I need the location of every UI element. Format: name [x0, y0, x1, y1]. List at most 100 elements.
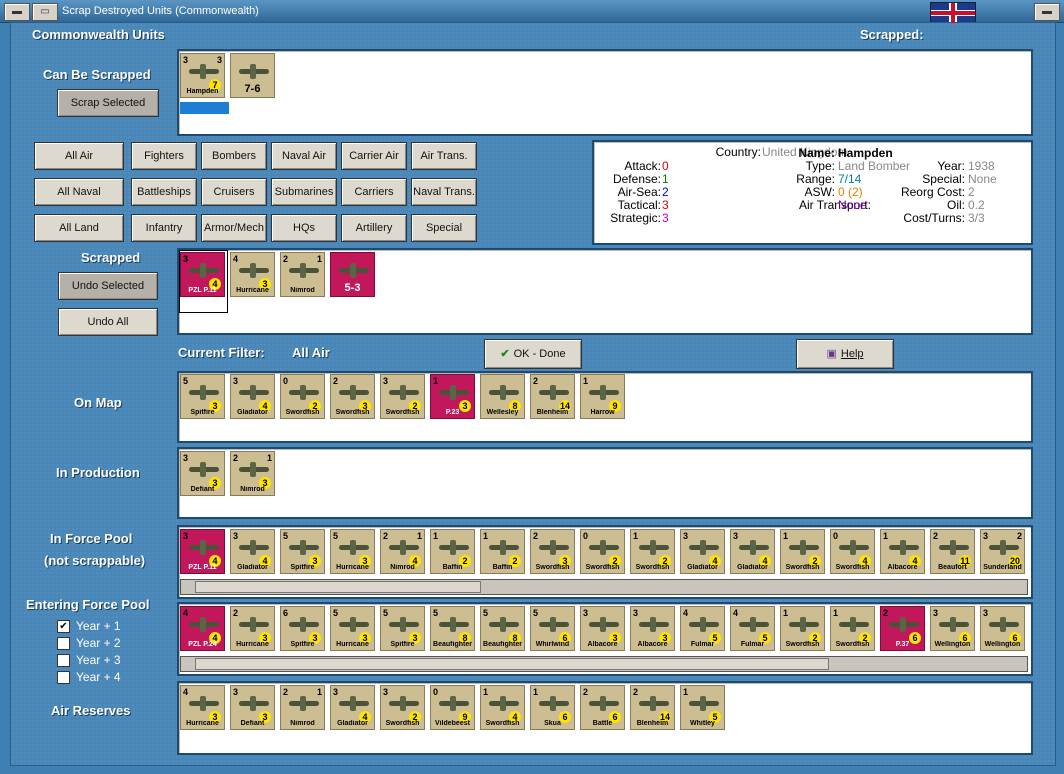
- can-be-scrapped-unit-counter[interactable]: 7-6: [230, 53, 275, 98]
- entering-pool-unit-counter[interactable]: 3 6 Wellington: [980, 606, 1025, 651]
- force-pool-unit-counter[interactable]: 0 2 Swordfish: [580, 529, 625, 574]
- force-pool-unit-counter[interactable]: 0 4 Swordfish: [830, 529, 875, 574]
- entering-pool-scrollbar[interactable]: [180, 656, 1028, 672]
- can-be-scrapped-unit-counter[interactable]: 3 3 7 Hampden: [180, 53, 225, 98]
- force-pool-unit-counter[interactable]: 1 2 Swordfish: [630, 529, 675, 574]
- on-map-unit-counter[interactable]: 8 Wellesley: [480, 374, 525, 419]
- on-map-unit-counter[interactable]: 5 3 Spitfire: [180, 374, 225, 419]
- filter-submarines-button[interactable]: Submarines: [271, 178, 337, 206]
- air-reserves-unit-counter[interactable]: 2 1 Nimrod: [280, 685, 325, 730]
- filter-naval-trans-button[interactable]: Naval Trans.: [411, 178, 477, 206]
- air-reserves-unit-counter[interactable]: 3 4 Gladiator: [330, 685, 375, 730]
- in-production-unit-counter[interactable]: 3 3 Defiant: [180, 451, 225, 496]
- entering-pool-unit-counter[interactable]: 4 4 PZL P.24: [180, 606, 225, 651]
- filter-special-button[interactable]: Special: [411, 214, 477, 242]
- undo-all-button[interactable]: Undo All: [58, 308, 158, 336]
- entering-pool-unit-counter[interactable]: 1 2 Swordfish: [830, 606, 875, 651]
- entering-pool-unit-counter[interactable]: 2 3 Hurricane: [230, 606, 275, 651]
- entering-pool-unit-counter[interactable]: 5 8 Beaufighter: [480, 606, 525, 651]
- year-plus-3-checkbox[interactable]: [57, 654, 70, 667]
- in-production-unit-counter[interactable]: 2 1 3 Nimrod: [230, 451, 275, 496]
- filter-carrier-air-button[interactable]: Carrier Air: [341, 142, 407, 170]
- entering-pool-unit-counter[interactable]: 5 3 Spitfire: [380, 606, 425, 651]
- filter-carriers-button[interactable]: Carriers: [341, 178, 407, 206]
- force-pool-unit-counter[interactable]: 3 4 Gladiator: [230, 529, 275, 574]
- air-reserves-unit-counter[interactable]: 1 6 Skua: [530, 685, 575, 730]
- scrapped-unit-counter[interactable]: 4 3 Hurricane: [230, 252, 275, 297]
- force-pool-unit-counter[interactable]: 2 11 Beaufort: [930, 529, 975, 574]
- on-map-unit-counter[interactable]: 3 2 Swordfish: [380, 374, 425, 419]
- air-reserves-unit-counter[interactable]: 3 2 Swordfish: [380, 685, 425, 730]
- entering-pool-unit-counter[interactable]: 2 6 P.37: [880, 606, 925, 651]
- force-pool-unit-counter[interactable]: 3 4 PZL P.11: [180, 529, 225, 574]
- air-reserves-unit-counter[interactable]: 0 9 Vildebeest: [430, 685, 475, 730]
- scrap-selected-button[interactable]: Scrap Selected: [57, 89, 159, 117]
- scrapped-unit-counter[interactable]: 2 1 Nimrod: [280, 252, 325, 297]
- air-reserves-unit-counter[interactable]: 1 5 Whitley: [680, 685, 725, 730]
- minimize-button[interactable]: ▭: [32, 3, 58, 21]
- entering-pool-unit-counter[interactable]: 5 6 Whirlwind: [530, 606, 575, 651]
- air-reserves-unit-counter[interactable]: 4 3 Hurricane: [180, 685, 225, 730]
- filter-all-naval-button[interactable]: All Naval: [34, 178, 124, 206]
- filter-infantry-button[interactable]: Infantry: [131, 214, 197, 242]
- scrapped-unit-counter[interactable]: 5-3: [330, 252, 375, 297]
- entering-pool-unit-counter[interactable]: 6 3 Spitfire: [280, 606, 325, 651]
- filter-cruisers-button[interactable]: Cruisers: [201, 178, 267, 206]
- force-pool-unit-counter[interactable]: 1 4 Albacore: [880, 529, 925, 574]
- air-reserves-unit-counter[interactable]: 3 3 Defiant: [230, 685, 275, 730]
- filter-artillery-button[interactable]: Artillery: [341, 214, 407, 242]
- ok-done-button[interactable]: ✔ OK - Done: [484, 339, 582, 369]
- air-reserves-unit-counter[interactable]: 2 6 Battle: [580, 685, 625, 730]
- on-map-unit-counter[interactable]: 1 3 P.23: [430, 374, 475, 419]
- filter-armor-mech-button[interactable]: Armor/Mech: [201, 214, 267, 242]
- entering-pool-unit-counter[interactable]: 4 5 Fulmar: [680, 606, 725, 651]
- force-pool-unit-counter[interactable]: 1 2 Baffin: [480, 529, 525, 574]
- force-pool-unit-counter[interactable]: 5 3 Hurricane: [330, 529, 375, 574]
- entering-pool-unit-counter[interactable]: 3 3 Albacore: [580, 606, 625, 651]
- filter-all-land-button[interactable]: All Land: [34, 214, 124, 242]
- aircraft-icon: [639, 696, 669, 711]
- year-plus-2-checkbox[interactable]: [57, 637, 70, 650]
- force-pool-unit-counter[interactable]: 3 2 20 Sunderland: [980, 529, 1025, 574]
- force-pool-scrollbar[interactable]: [180, 579, 1028, 595]
- force-pool-unit-counter[interactable]: 3 4 Gladiator: [730, 529, 775, 574]
- entering-pool-unit-counter[interactable]: 5 3 Hurricane: [330, 606, 375, 651]
- can-be-scrapped-list[interactable]: [177, 49, 1033, 136]
- on-map-unit-counter[interactable]: 2 14 Blenheim: [530, 374, 575, 419]
- entering-pool-unit-counter[interactable]: 5 8 Beaufighter: [430, 606, 475, 651]
- force-pool-unit-counter[interactable]: 2 3 Swordfish: [530, 529, 575, 574]
- air-reserves-unit-counter[interactable]: 1 4 Swordfish: [480, 685, 525, 730]
- entering-pool-scroll-thumb[interactable]: [195, 658, 829, 670]
- filter-battleships-button[interactable]: Battleships: [131, 178, 197, 206]
- force-pool-unit-counter[interactable]: 5 3 Spitfire: [280, 529, 325, 574]
- on-map-unit-counter[interactable]: 1 9 Harrow: [580, 374, 625, 419]
- scrapped-header: Scrapped:: [860, 27, 924, 42]
- filter-hqs-button[interactable]: HQs: [271, 214, 337, 242]
- on-map-unit-counter[interactable]: 0 2 Swordfish: [280, 374, 325, 419]
- close-button[interactable]: ▬: [1034, 3, 1060, 21]
- entering-pool-unit-counter[interactable]: 3 6 Wellington: [930, 606, 975, 651]
- year-plus-4-checkbox[interactable]: [57, 671, 70, 684]
- force-pool-unit-counter[interactable]: 1 2 Baffin: [430, 529, 475, 574]
- help-button[interactable]: ▣ Help: [796, 339, 894, 369]
- force-pool-unit-counter[interactable]: 3 4 Gladiator: [680, 529, 725, 574]
- air-reserves-unit-counter[interactable]: 2 14 Blenheim: [630, 685, 675, 730]
- filter-air-trans-button[interactable]: Air Trans.: [411, 142, 477, 170]
- unit-left-value: 2: [283, 687, 289, 697]
- entering-pool-unit-counter[interactable]: 3 3 Albacore: [630, 606, 675, 651]
- on-map-unit-counter[interactable]: 2 3 Swordfish: [330, 374, 375, 419]
- force-pool-unit-counter[interactable]: 1 2 Swordfish: [780, 529, 825, 574]
- entering-pool-unit-counter[interactable]: 1 2 Swordfish: [780, 606, 825, 651]
- filter-fighters-button[interactable]: Fighters: [131, 142, 197, 170]
- on-map-unit-counter[interactable]: 3 4 Gladiator: [230, 374, 275, 419]
- in-production-list[interactable]: [177, 447, 1033, 519]
- year-plus-1-checkbox[interactable]: ✔: [57, 620, 70, 633]
- system-menu-button[interactable]: ▬: [4, 3, 30, 21]
- entering-pool-unit-counter[interactable]: 4 5 Fulmar: [730, 606, 775, 651]
- filter-all-air-button[interactable]: All Air: [34, 142, 124, 170]
- filter-bombers-button[interactable]: Bombers: [201, 142, 267, 170]
- force-pool-scroll-thumb[interactable]: [195, 581, 481, 593]
- undo-selected-button[interactable]: Undo Selected: [58, 272, 158, 300]
- filter-naval-air-button[interactable]: Naval Air: [271, 142, 337, 170]
- force-pool-unit-counter[interactable]: 2 1 4 Nimrod: [380, 529, 425, 574]
